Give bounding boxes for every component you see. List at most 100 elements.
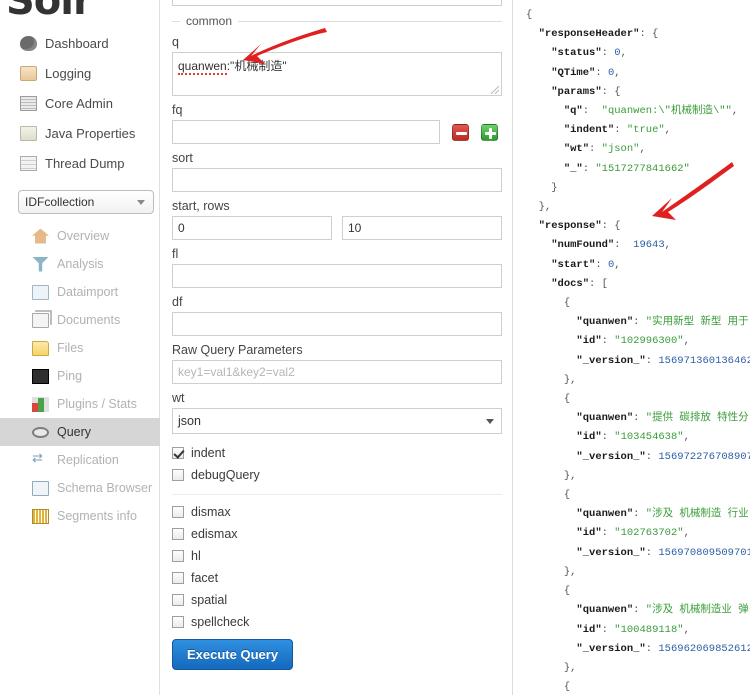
wt-label: wt [172,391,185,405]
response-json-panel[interactable]: { "responseHeader": { "status": 0, "QTim… [514,0,750,695]
resize-handle-icon[interactable] [491,86,499,94]
dismax-checkbox-row[interactable]: dismax [172,501,502,523]
checkbox-icon[interactable] [172,572,184,584]
overview-icon [32,228,49,244]
collection-selector[interactable]: IDFcollection [18,190,154,214]
checkbox-icon[interactable] [172,550,184,562]
sidebar-item-thread-dump[interactable]: Thread Dump [0,148,160,178]
replication-icon [32,450,49,468]
sidebar-item-query[interactable]: Query [0,418,160,446]
raw-query-parameters-input[interactable] [172,360,502,384]
schema-browser-icon [32,480,49,496]
q-value-rest: :"机械制造" [226,59,287,73]
sidebar-item-label: Overview [57,229,110,243]
spatial-label: spatial [191,593,228,607]
sidebar-item-documents[interactable]: Documents [0,306,160,334]
sort-input[interactable] [172,168,502,192]
sidebar-item-logging[interactable]: Logging [0,58,160,88]
checkbox-icon[interactable] [172,528,184,540]
thread-dump-icon [20,155,37,171]
query-icon [32,426,49,438]
sidebar-item-label: Ping [57,369,83,383]
checkbox-icon[interactable] [172,447,184,459]
checkbox-icon[interactable] [172,506,184,518]
sidebar-item-overview[interactable]: Overview [0,222,160,250]
logging-icon [20,65,37,81]
sidebar-item-dataimport[interactable]: Dataimport [0,278,160,306]
wt-select-value: json [178,414,201,428]
chevron-down-icon [137,200,145,205]
sidebar-item-label: Documents [57,313,121,327]
solr-logo[interactable]: Solr [6,0,156,24]
checkbox-icon[interactable] [172,469,184,481]
spellcheck-label: spellcheck [191,615,250,629]
rows-input[interactable] [342,216,502,240]
solr-logo-text: Solr [6,0,93,24]
add-fq-button[interactable] [481,123,498,141]
hl-checkbox-row[interactable]: hl [172,545,502,567]
sort-label: sort [172,151,193,165]
remove-fq-button[interactable] [452,123,469,141]
response-json-text: { "responseHeader": { "status": 0, "QTim… [526,9,750,694]
solr-admin-screen: Solr Dashboard Logging Core Admin Java P… [0,0,750,695]
fl-input[interactable] [172,264,502,288]
segments-info-icon [32,508,49,524]
indent-checkbox-row[interactable]: indent [172,442,502,464]
sidebar-item-label: Dashboard [45,35,109,51]
q-label: q [172,35,179,49]
execute-query-button[interactable]: Execute Query [172,639,294,670]
raw-query-parameters-label: Raw Query Parameters [172,343,303,357]
collection-selector-value: IDFcollection [25,195,95,209]
sidebar-item-label: Plugins / Stats [57,397,137,411]
common-legend-label: common [186,14,233,28]
sidebar-item-plugins-stats[interactable]: Plugins / Stats [0,390,160,418]
sidebar-item-label: Replication [57,453,119,467]
analysis-icon [32,256,49,272]
wt-select[interactable]: json [172,408,502,434]
df-input[interactable] [172,312,502,336]
sidebar-collection-nav: Overview Analysis Dataimport Documents F… [0,222,160,530]
sidebar-item-label: Segments info [57,509,137,523]
common-fieldset: common q quanwen:"机械制造" fq sort start, r… [172,14,502,670]
sidebar-top-nav: Dashboard Logging Core Admin Java Proper… [0,28,160,178]
edismax-label: edismax [191,527,238,541]
sidebar-item-label: Dataimport [57,285,119,299]
sidebar-item-dashboard[interactable]: Dashboard [0,28,160,58]
checkbox-icon[interactable] [172,616,184,628]
spatial-checkbox-row[interactable]: spatial [172,589,502,611]
fl-label: fl [172,247,179,261]
documents-icon [32,312,49,328]
sidebar-item-segments-info[interactable]: Segments info [0,502,160,530]
dashboard-icon [20,35,37,51]
facet-label: facet [191,571,219,585]
q-input[interactable]: quanwen:"机械制造" [172,52,502,96]
sidebar-item-ping[interactable]: Ping [0,362,160,390]
fq-input[interactable] [172,120,440,144]
sidebar-item-java-properties[interactable]: Java Properties [0,118,160,148]
q-value-term: quanwen [178,59,227,75]
java-properties-icon [20,125,37,141]
hl-label: hl [191,549,201,563]
sidebar-item-analysis[interactable]: Analysis [0,250,160,278]
query-textarea-above[interactable] [172,0,502,6]
df-label: df [172,295,183,309]
plugins-stats-icon [32,396,49,412]
sidebar-item-replication[interactable]: Replication [0,446,160,474]
checkbox-icon[interactable] [172,594,184,606]
edismax-checkbox-row[interactable]: edismax [172,523,502,545]
fq-label: fq [172,103,183,117]
sidebar-item-schema-browser[interactable]: Schema Browser [0,474,160,502]
sidebar-item-label: Core Admin [45,95,113,111]
common-legend: common [172,14,502,28]
start-input[interactable] [172,216,332,240]
dismax-label: dismax [191,505,231,519]
spellcheck-checkbox-row[interactable]: spellcheck [172,611,502,633]
debugquery-checkbox-row[interactable]: debugQuery [172,464,502,486]
sidebar-item-core-admin[interactable]: Core Admin [0,88,160,118]
start-rows-label: start, rows [172,199,230,213]
ping-icon [32,368,49,384]
divider [172,494,502,495]
chevron-down-icon [486,419,494,424]
facet-checkbox-row[interactable]: facet [172,567,502,589]
sidebar-item-files[interactable]: Files [0,334,160,362]
